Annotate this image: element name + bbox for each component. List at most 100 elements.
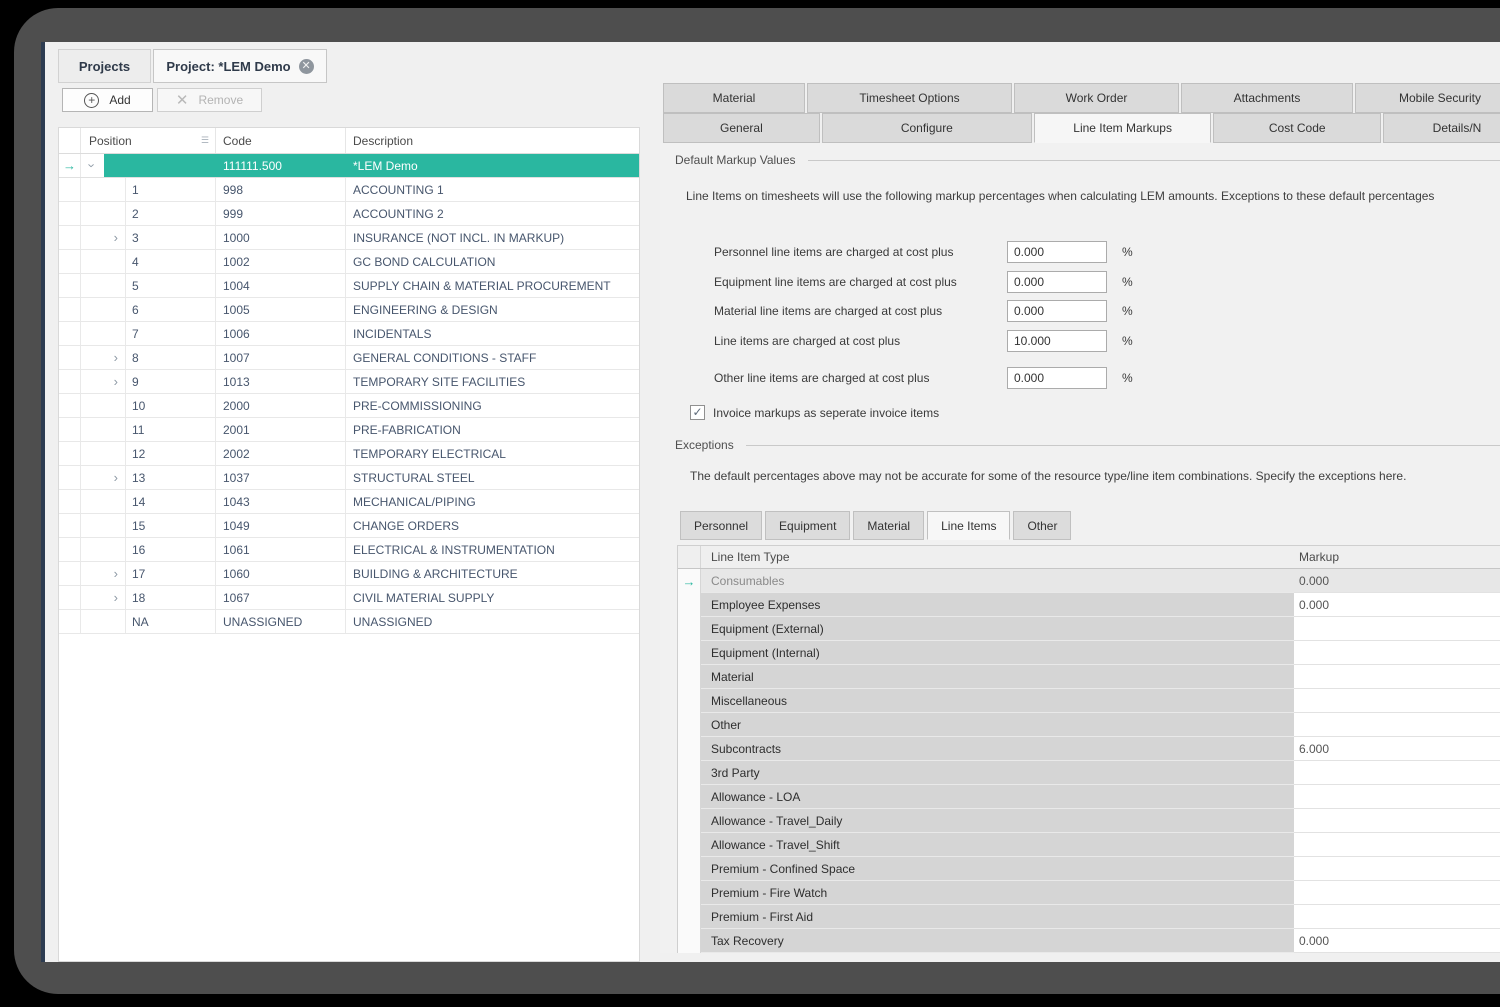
- tab-projects-label: Projects: [79, 59, 130, 74]
- add-button[interactable]: + Add: [62, 88, 153, 112]
- tree-root-row[interactable]: →›111111.500*LEM Demo: [59, 154, 639, 178]
- tree-row[interactable]: NAUNASSIGNEDUNASSIGNED: [59, 610, 639, 634]
- tree-row[interactable]: 61005ENGINEERING & DESIGN: [59, 298, 639, 322]
- markup-cell[interactable]: [1294, 617, 1500, 641]
- description-cell: PRE-FABRICATION: [346, 418, 639, 441]
- markup-input[interactable]: [1007, 330, 1107, 352]
- exception-row[interactable]: Employee Expenses0.000: [678, 593, 1500, 617]
- markup-cell[interactable]: [1294, 641, 1500, 665]
- exception-row[interactable]: Tax Recovery0.000: [678, 929, 1500, 953]
- exception-row[interactable]: Subcontracts6.000: [678, 737, 1500, 761]
- expander-icon[interactable]: ›: [114, 375, 118, 388]
- exception-row[interactable]: Allowance - LOA: [678, 785, 1500, 809]
- tree-row[interactable]: 141043MECHANICAL/PIPING: [59, 490, 639, 514]
- tree-row[interactable]: 71006INCIDENTALS: [59, 322, 639, 346]
- markup-cell[interactable]: [1294, 689, 1500, 713]
- markup-cell[interactable]: [1294, 785, 1500, 809]
- tree-row[interactable]: ›171060BUILDING & ARCHITECTURE: [59, 562, 639, 586]
- markup-cell[interactable]: [1294, 857, 1500, 881]
- exception-tab-line-items[interactable]: Line Items: [927, 511, 1010, 540]
- markup-cell[interactable]: 0.000: [1294, 593, 1500, 617]
- markup-cell[interactable]: 0.000: [1294, 929, 1500, 953]
- tree-row[interactable]: ›181067CIVIL MATERIAL SUPPLY: [59, 586, 639, 610]
- tab-work-order[interactable]: Work Order: [1014, 83, 1179, 113]
- position-cell: 9: [126, 370, 216, 393]
- markup-cell[interactable]: [1294, 713, 1500, 737]
- exception-tab-personnel[interactable]: Personnel: [680, 511, 762, 540]
- exception-row[interactable]: Miscellaneous: [678, 689, 1500, 713]
- exception-row[interactable]: →Consumables0.000: [678, 569, 1500, 593]
- exceptions-group: Exceptions: [675, 438, 1500, 452]
- exception-tab-other[interactable]: Other: [1013, 511, 1071, 540]
- exception-tab-equipment[interactable]: Equipment: [765, 511, 850, 540]
- line-item-type-column-header[interactable]: Line Item Type: [701, 546, 1294, 568]
- remove-button[interactable]: ✕ Remove: [157, 88, 262, 112]
- markup-column-header[interactable]: Markup: [1294, 546, 1500, 568]
- tab-attachments[interactable]: Attachments: [1181, 83, 1353, 113]
- row-indicator: [59, 442, 81, 465]
- markup-cell[interactable]: [1294, 761, 1500, 785]
- expander-icon[interactable]: ›: [114, 471, 118, 484]
- tree-row[interactable]: 2999ACCOUNTING 2: [59, 202, 639, 226]
- checkbox-icon[interactable]: ✓: [690, 405, 705, 420]
- exception-tab-material[interactable]: Material: [853, 511, 924, 540]
- tab-project-lem-demo[interactable]: Project: *LEM Demo ✕: [153, 49, 327, 83]
- invoice-markups-checkbox-row[interactable]: ✓ Invoice markups as seperate invoice it…: [690, 405, 939, 420]
- markup-cell[interactable]: [1294, 809, 1500, 833]
- tab-general[interactable]: General: [663, 113, 820, 143]
- tree-row[interactable]: 161061ELECTRICAL & INSTRUMENTATION: [59, 538, 639, 562]
- exception-row[interactable]: Material: [678, 665, 1500, 689]
- position-column-header[interactable]: Position ☰: [81, 128, 216, 153]
- line-item-type-cell: Premium - First Aid: [701, 905, 1294, 929]
- exception-row[interactable]: Other: [678, 713, 1500, 737]
- tree-row[interactable]: ›81007GENERAL CONDITIONS - STAFF: [59, 346, 639, 370]
- tree-row[interactable]: 41002GC BOND CALCULATION: [59, 250, 639, 274]
- collapse-toggle[interactable]: ›: [81, 154, 104, 177]
- exception-row[interactable]: Equipment (Internal): [678, 641, 1500, 665]
- markup-input[interactable]: [1007, 300, 1107, 322]
- tree-row[interactable]: 1998ACCOUNTING 1: [59, 178, 639, 202]
- exception-row[interactable]: Premium - Confined Space: [678, 857, 1500, 881]
- markup-input[interactable]: [1007, 271, 1107, 293]
- tree-row[interactable]: ›31000INSURANCE (NOT INCL. IN MARKUP): [59, 226, 639, 250]
- tab-projects[interactable]: Projects: [58, 49, 151, 83]
- exception-row[interactable]: Premium - Fire Watch: [678, 881, 1500, 905]
- tree-row[interactable]: ›91013TEMPORARY SITE FACILITIES: [59, 370, 639, 394]
- tree-row[interactable]: ›131037STRUCTURAL STEEL: [59, 466, 639, 490]
- markup-cell[interactable]: [1294, 833, 1500, 857]
- expander-icon[interactable]: ›: [114, 231, 118, 244]
- tree-row[interactable]: 102000PRE-COMMISSIONING: [59, 394, 639, 418]
- exception-row[interactable]: Premium - First Aid: [678, 905, 1500, 929]
- markup-input[interactable]: [1007, 241, 1107, 263]
- tab-cost-code[interactable]: Cost Code: [1213, 113, 1381, 143]
- description-column-header[interactable]: Description: [346, 128, 639, 153]
- position-cell: 1: [126, 178, 216, 201]
- markup-cell[interactable]: 6.000: [1294, 737, 1500, 761]
- markup-cell[interactable]: [1294, 665, 1500, 689]
- tree-row[interactable]: 51004SUPPLY CHAIN & MATERIAL PROCUREMENT: [59, 274, 639, 298]
- markup-cell[interactable]: [1294, 881, 1500, 905]
- exception-row[interactable]: Allowance - Travel_Shift: [678, 833, 1500, 857]
- expander-icon[interactable]: ›: [114, 351, 118, 364]
- tab-details-n[interactable]: Details/N: [1383, 113, 1500, 143]
- row-indicator: [59, 586, 81, 609]
- exception-row[interactable]: 3rd Party: [678, 761, 1500, 785]
- tree-row[interactable]: 112001PRE-FABRICATION: [59, 418, 639, 442]
- code-column-header[interactable]: Code: [216, 128, 346, 153]
- markup-input[interactable]: [1007, 367, 1107, 389]
- expander-icon[interactable]: ›: [114, 567, 118, 580]
- tab-mobile-security[interactable]: Mobile Security: [1355, 83, 1500, 113]
- expander-icon[interactable]: ›: [114, 591, 118, 604]
- close-icon[interactable]: ✕: [299, 59, 314, 74]
- tree-row[interactable]: 122002TEMPORARY ELECTRICAL: [59, 442, 639, 466]
- exception-row[interactable]: Allowance - Travel_Daily: [678, 809, 1500, 833]
- line-item-type-cell: Allowance - Travel_Daily: [701, 809, 1294, 833]
- tab-line-item-markups[interactable]: Line Item Markups: [1034, 113, 1212, 143]
- exception-row[interactable]: Equipment (External): [678, 617, 1500, 641]
- tab-material[interactable]: Material: [663, 83, 805, 113]
- markup-cell[interactable]: 0.000: [1294, 569, 1500, 593]
- tree-row[interactable]: 151049CHANGE ORDERS: [59, 514, 639, 538]
- tab-timesheet-options[interactable]: Timesheet Options: [807, 83, 1012, 113]
- tab-configure[interactable]: Configure: [822, 113, 1032, 143]
- markup-cell[interactable]: [1294, 905, 1500, 929]
